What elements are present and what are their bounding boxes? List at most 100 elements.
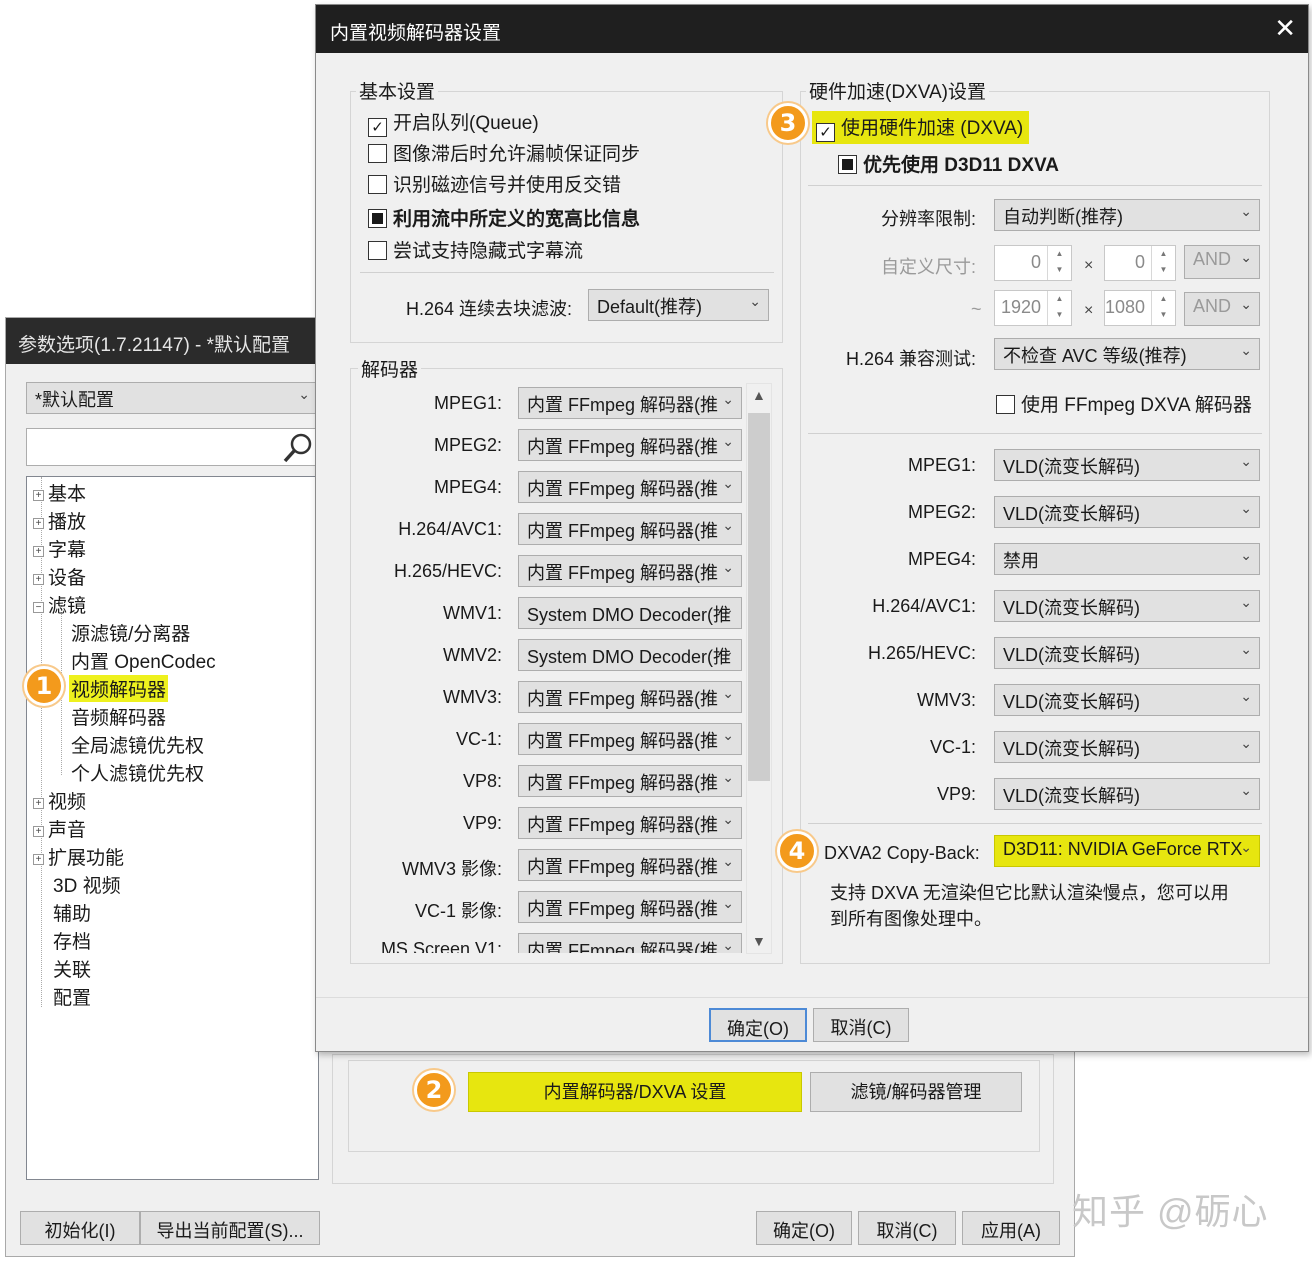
decoder-select[interactable]: System DMO Decoder(推 ⌄ [518,639,742,671]
tree-item-video[interactable]: + 视频 [33,787,86,814]
drop-frames-checkbox[interactable]: 图像滞后时允许漏帧保证同步 [368,139,640,166]
export-config-button[interactable]: 导出当前配置(S)... [140,1211,320,1245]
dialog-cancel-button[interactable]: 取消(C) [813,1008,909,1042]
step-badge-1: 1 [24,666,64,706]
tree-item-subtitles[interactable]: + 字幕 [33,535,86,562]
spin-arrows-icon[interactable]: ▲ ▼ [1047,291,1071,325]
expand-icon[interactable]: + [33,490,44,501]
scroll-down-icon[interactable]: ▼ [752,933,766,949]
tree-item-global-filter-priority[interactable]: 全局滤镜优先权 [71,731,204,758]
tree-item-device[interactable]: + 设备 [33,563,86,590]
checkbox-icon[interactable] [996,395,1015,414]
reset-button[interactable]: 初始化(I) [20,1211,140,1245]
tree-item-video-decoder[interactable]: 视频解码器 [69,675,169,702]
min-height-spinner[interactable]: 0 ▲ ▼ [1104,245,1176,281]
settings-tree[interactable]: + 基本 + 播放 + 字幕 + 设备 − 滤镜 源滤镜/分离器 内置 OpenCodec… [26,476,319,1180]
copyback-select[interactable]: D3D11: NVIDIA GeForce RTX ⌄ [994,835,1260,867]
decoder-select[interactable]: 内置 FFmpeg 解码器(推 ⌄ [518,723,742,755]
decoder-select[interactable]: 内置 FFmpeg 解码器(推 ⌄ [518,471,742,503]
scrollbar-thumb[interactable] [748,413,770,781]
filter-manager-button[interactable]: 滤镜/解码器管理 [810,1072,1022,1112]
decoder-select[interactable]: 内置 FFmpeg 解码器(推 ⌄ [518,807,742,839]
hw-decoder-select[interactable]: VLD(流变长解码) ⌄ [994,496,1260,528]
hw-decoder-select[interactable]: VLD(流变长解码) ⌄ [994,778,1260,810]
decoder-select[interactable]: 内置 FFmpeg 解码器(推 ⌄ [518,513,742,545]
prefer-d3d11-checkbox[interactable]: 优先使用 D3D11 DXVA [838,150,1059,177]
hw-decoder-select[interactable]: VLD(流变长解码) ⌄ [994,731,1260,763]
tree-item-opencodec[interactable]: 内置 OpenCodec [71,647,216,674]
checkbox-indeterminate-icon[interactable] [368,209,387,228]
decoder-label: WMV3 影像: [401,859,502,879]
tree-item-3d-video[interactable]: 3D 视频 [53,871,121,898]
hw-decoder-select[interactable]: VLD(流变长解码) ⌄ [994,684,1260,716]
separator [808,823,1262,824]
decoder-select[interactable]: 内置 FFmpeg 解码器(推 ⌄ [518,849,742,881]
max-height-spinner[interactable]: 1080 ▲ ▼ [1104,290,1176,326]
collapse-icon[interactable]: − [33,602,44,613]
tree-item-config[interactable]: 配置 [53,983,91,1010]
min-width-spinner[interactable]: 0 ▲ ▼ [994,245,1072,281]
decoder-select[interactable]: System DMO Decoder(推 ⌄ [518,597,742,629]
tree-item-archive[interactable]: 存档 [53,927,91,954]
max-width-spinner[interactable]: 1920 ▲ ▼ [994,290,1072,326]
checkbox-icon[interactable] [368,144,387,163]
resolution-limit-select[interactable]: 自动判断(推荐) ⌄ [994,199,1260,231]
deblock-select[interactable]: Default(推荐) ⌄ [588,289,769,321]
spin-arrows-icon[interactable]: ▲ ▼ [1151,246,1175,280]
closed-caption-checkbox[interactable]: 尝试支持隐藏式字幕流 [368,236,583,263]
decoder-select[interactable]: 内置 FFmpeg 解码器(推 ⌄ [518,891,742,923]
times-sign: × [1084,257,1094,274]
tree-item-personal-filter-priority[interactable]: 个人滤镜优先权 [71,759,204,786]
apply-button[interactable]: 应用(A) [962,1211,1060,1245]
checkbox-indeterminate-icon[interactable] [838,155,857,174]
tree-item-audio[interactable]: + 声音 [33,815,86,842]
copyback-label: DXVA2 Copy-Back: [824,843,980,863]
ok-button[interactable]: 确定(O) [756,1211,852,1245]
decoder-select[interactable]: 内置 FFmpeg 解码器(推 ⌄ [518,681,742,713]
spin-arrows-icon[interactable]: ▲ ▼ [1151,291,1175,325]
expand-icon[interactable]: + [33,854,44,865]
decoder-select[interactable]: 内置 FFmpeg 解码器(推 ⌄ [518,555,742,587]
checkbox-checked-icon[interactable]: ✓ [816,123,835,142]
checkbox-icon[interactable] [368,175,387,194]
expand-icon[interactable]: + [33,546,44,557]
builtin-dxva-settings-button[interactable]: 内置解码器/DXVA 设置 [468,1072,802,1112]
expand-icon[interactable]: + [33,798,44,809]
hw-decoder-select[interactable]: VLD(流变长解码) ⌄ [994,590,1260,622]
decoder-select[interactable]: 内置 FFmpeg 解码器(推 ⌄ [518,765,742,797]
tree-item-source-filter[interactable]: 源滤镜/分离器 [71,619,190,646]
h264-compat-select[interactable]: 不检查 AVC 等级(推荐) ⌄ [994,338,1260,370]
spin-arrows-icon[interactable]: ▲ ▼ [1047,246,1071,280]
search-icon[interactable] [281,431,315,465]
dialog-ok-button[interactable]: 确定(O) [709,1008,807,1042]
use-hw-accel-checkbox[interactable]: ✓ 使用硬件加速 (DXVA) [812,111,1030,144]
tree-item-filters[interactable]: − 滤镜 [33,591,86,618]
tree-item-assist[interactable]: 辅助 [53,899,91,926]
scroll-up-icon[interactable]: ▲ [752,387,766,403]
hw-decoder-select[interactable]: VLD(流变长解码) ⌄ [994,449,1260,481]
decoder-select[interactable]: 内置 FFmpeg 解码器(推 ⌄ [518,429,742,461]
tree-item-audio-decoder[interactable]: 音频解码器 [71,703,166,730]
tree-item-playback[interactable]: + 播放 [33,507,86,534]
aspect-ratio-checkbox[interactable]: 利用流中所定义的宽高比信息 [368,204,640,231]
checkbox-icon[interactable] [368,241,387,260]
search-input[interactable] [26,428,318,466]
decoder-select[interactable]: 内置 FFmpeg 解码器(推 ⌄ [518,387,742,419]
deinterlace-checkbox[interactable]: 识别磁迹信号并使用反交错 [368,170,621,197]
expand-icon[interactable]: + [33,518,44,529]
hw-decoder-select[interactable]: VLD(流变长解码) ⌄ [994,637,1260,669]
queue-checkbox[interactable]: ✓ 开启队列(Queue) [368,108,539,137]
cancel-button[interactable]: 取消(C) [858,1211,956,1245]
decoder-select[interactable]: 内置 FFmpeg 解码器(推 ⌄ [518,933,742,953]
checkbox-checked-icon[interactable]: ✓ [368,118,387,137]
profile-select[interactable]: *默认配置 ⌄ [26,382,318,414]
tree-item-extensions[interactable]: + 扩展功能 [33,843,124,870]
close-icon[interactable]: ✕ [1274,13,1296,44]
expand-icon[interactable]: + [33,826,44,837]
ffmpeg-dxva-checkbox[interactable]: 使用 FFmpeg DXVA 解码器 [996,390,1252,417]
expand-icon[interactable]: + [33,574,44,585]
copyback-note-line2: 到所有图像处理中。 [830,909,992,929]
tree-item-association[interactable]: 关联 [53,955,91,982]
tree-item-basic[interactable]: + 基本 [33,479,86,506]
hw-decoder-select[interactable]: 禁用 ⌄ [994,543,1260,575]
